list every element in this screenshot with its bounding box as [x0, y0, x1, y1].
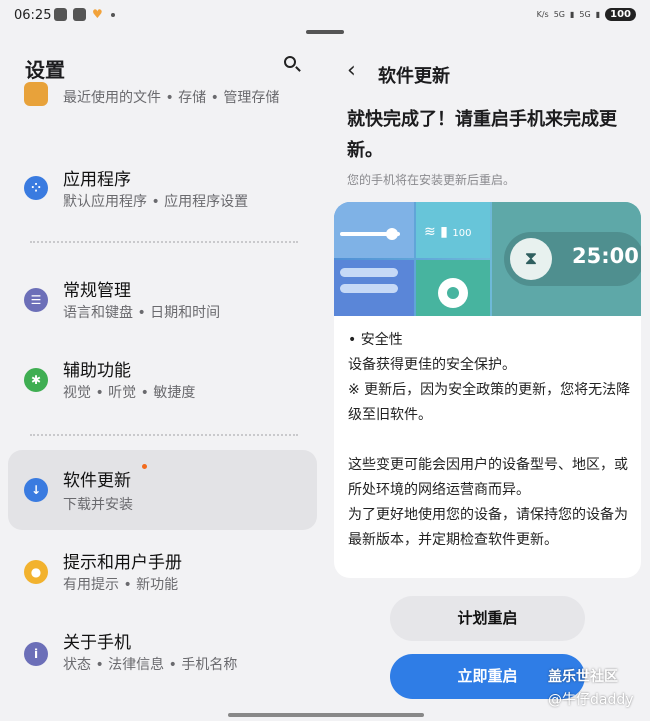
- settings-item-apps[interactable]: ⁘ 应用程序 默认应用程序 • 应用程序设置: [8, 158, 317, 222]
- notice-paragraph-2: 为了更好地使用您的设备，请保持您的设备为最新版本，并定期检查软件更新。: [348, 507, 628, 548]
- security-heading: • 安全性: [348, 332, 403, 348]
- signal-5g-label-2: 5G: [579, 10, 591, 19]
- settings-item-sub: 状态 • 法律信息 • 手机名称: [63, 657, 238, 673]
- home-indicator[interactable]: [228, 713, 424, 717]
- lightbulb-icon: ●: [24, 560, 48, 584]
- chat-icon: [54, 8, 67, 21]
- timer-text: 25:00: [572, 244, 639, 268]
- update-banner-illustration: ≋ ▮ 100 ⧗ 25:00: [334, 202, 641, 316]
- divider: [30, 241, 298, 243]
- settings-item-title: 软件更新: [63, 471, 131, 491]
- settings-item-sub: 最近使用的文件 • 存储 • 管理存储: [63, 90, 280, 106]
- more-dot-icon: [111, 12, 115, 17]
- status-time: 06:25: [14, 8, 52, 23]
- back-arrow-icon[interactable]: ‹: [347, 60, 356, 82]
- settings-item-software-update[interactable]: ↓ 软件更新 下载并安装: [8, 450, 317, 530]
- search-icon[interactable]: [282, 54, 304, 76]
- signal-icon: ▮: [570, 10, 575, 19]
- security-line: 设备获得更佳的安全保护。: [348, 357, 516, 373]
- settings-item-sub: 下载并安装: [63, 497, 133, 513]
- settings-item-title: 应用程序: [63, 170, 131, 190]
- settings-item-storage[interactable]: 最近使用的文件 • 存储 • 管理存储: [8, 82, 317, 142]
- signal-5g-label: 5G: [553, 10, 566, 19]
- signal-icon-2: ▮: [595, 10, 601, 19]
- divider: [30, 434, 298, 436]
- security-note: ※ 更新后，因为安全政策的更新，您将无法降级至旧软件。: [348, 382, 631, 423]
- settings-item-sub: 视觉 • 听觉 • 敏捷度: [63, 385, 196, 401]
- network-speed-label: K/s: [536, 10, 549, 19]
- split-handle[interactable]: [306, 30, 344, 34]
- settings-pane: 设置 最近使用的文件 • 存储 • 管理存储 ⁘ 应用程序 默认应用程序 • 应…: [0, 40, 325, 721]
- watermark-author: @牛仔daddy: [548, 692, 634, 708]
- settings-item-about[interactable]: i 关于手机 状态 • 法律信息 • 手机名称: [8, 622, 317, 686]
- update-pane: ‹ 软件更新 就快完成了！请重启手机来完成更新。 您的手机将在安装更新后重启。 …: [325, 40, 650, 721]
- wifi-icon: ≋ ▮ 100: [424, 224, 472, 240]
- settings-item-title: 提示和用户手册: [63, 553, 182, 573]
- settings-item-sub: 语言和键盘 • 日期和时间: [63, 305, 221, 321]
- settings-item-title: 关于手机: [63, 633, 131, 653]
- update-notes: • 安全性 设备获得更佳的安全保护。 ※ 更新后，因为安全政策的更新，您将无法降…: [348, 328, 632, 553]
- heart-icon: ♥: [92, 7, 103, 21]
- status-bar: 06:25 ♥ K/s 5G ▮ 5G ▮ 100: [0, 0, 650, 32]
- settings-item-accessibility[interactable]: ✱ 辅助功能 视觉 • 听觉 • 敏捷度: [8, 350, 317, 414]
- notification-icons: ♥: [54, 8, 115, 21]
- battery-icon: 100: [605, 8, 636, 21]
- hourglass-icon: ⧗: [510, 238, 552, 280]
- accessibility-icon: ✱: [24, 368, 48, 392]
- update-headline: 就快完成了！请重启手机来完成更新。: [347, 109, 617, 161]
- system-icons: K/s 5G ▮ 5G ▮ 100: [537, 8, 636, 21]
- settings-item-tips[interactable]: ● 提示和用户手册 有用提示 • 新功能: [8, 542, 317, 606]
- settings-item-sub: 默认应用程序 • 应用程序设置: [63, 194, 249, 210]
- new-badge-dot: [142, 464, 147, 469]
- update-subline: 您的手机将在安装更新后重启。: [347, 173, 516, 187]
- page-title: 软件更新: [378, 66, 450, 87]
- update-info-card: ≋ ▮ 100 ⧗ 25:00 • 安全性 设备获得更佳的安全保护。 ※ 更新后…: [334, 202, 641, 578]
- folder-icon: [24, 82, 48, 106]
- checkbox-icon: [73, 8, 86, 21]
- download-icon: ↓: [24, 478, 48, 502]
- settings-title: 设置: [25, 58, 65, 82]
- sliders-icon: ☰: [24, 288, 48, 312]
- settings-item-general[interactable]: ☰ 常规管理 语言和键盘 • 日期和时间: [8, 268, 317, 332]
- schedule-restart-button[interactable]: 计划重启: [390, 596, 585, 641]
- watermark-community: 盖乐世社区: [548, 669, 618, 685]
- banner-battery-label: 100: [452, 228, 472, 239]
- apps-icon: ⁘: [24, 176, 48, 200]
- settings-item-sub: 有用提示 • 新功能: [63, 577, 179, 593]
- notice-paragraph: 这些变更可能会因用户的设备型号、地区，或所处环境的网络运营商而异。: [348, 457, 628, 498]
- info-icon: i: [24, 642, 48, 666]
- settings-item-title: 辅助功能: [63, 361, 131, 381]
- settings-item-title: 常规管理: [63, 281, 131, 301]
